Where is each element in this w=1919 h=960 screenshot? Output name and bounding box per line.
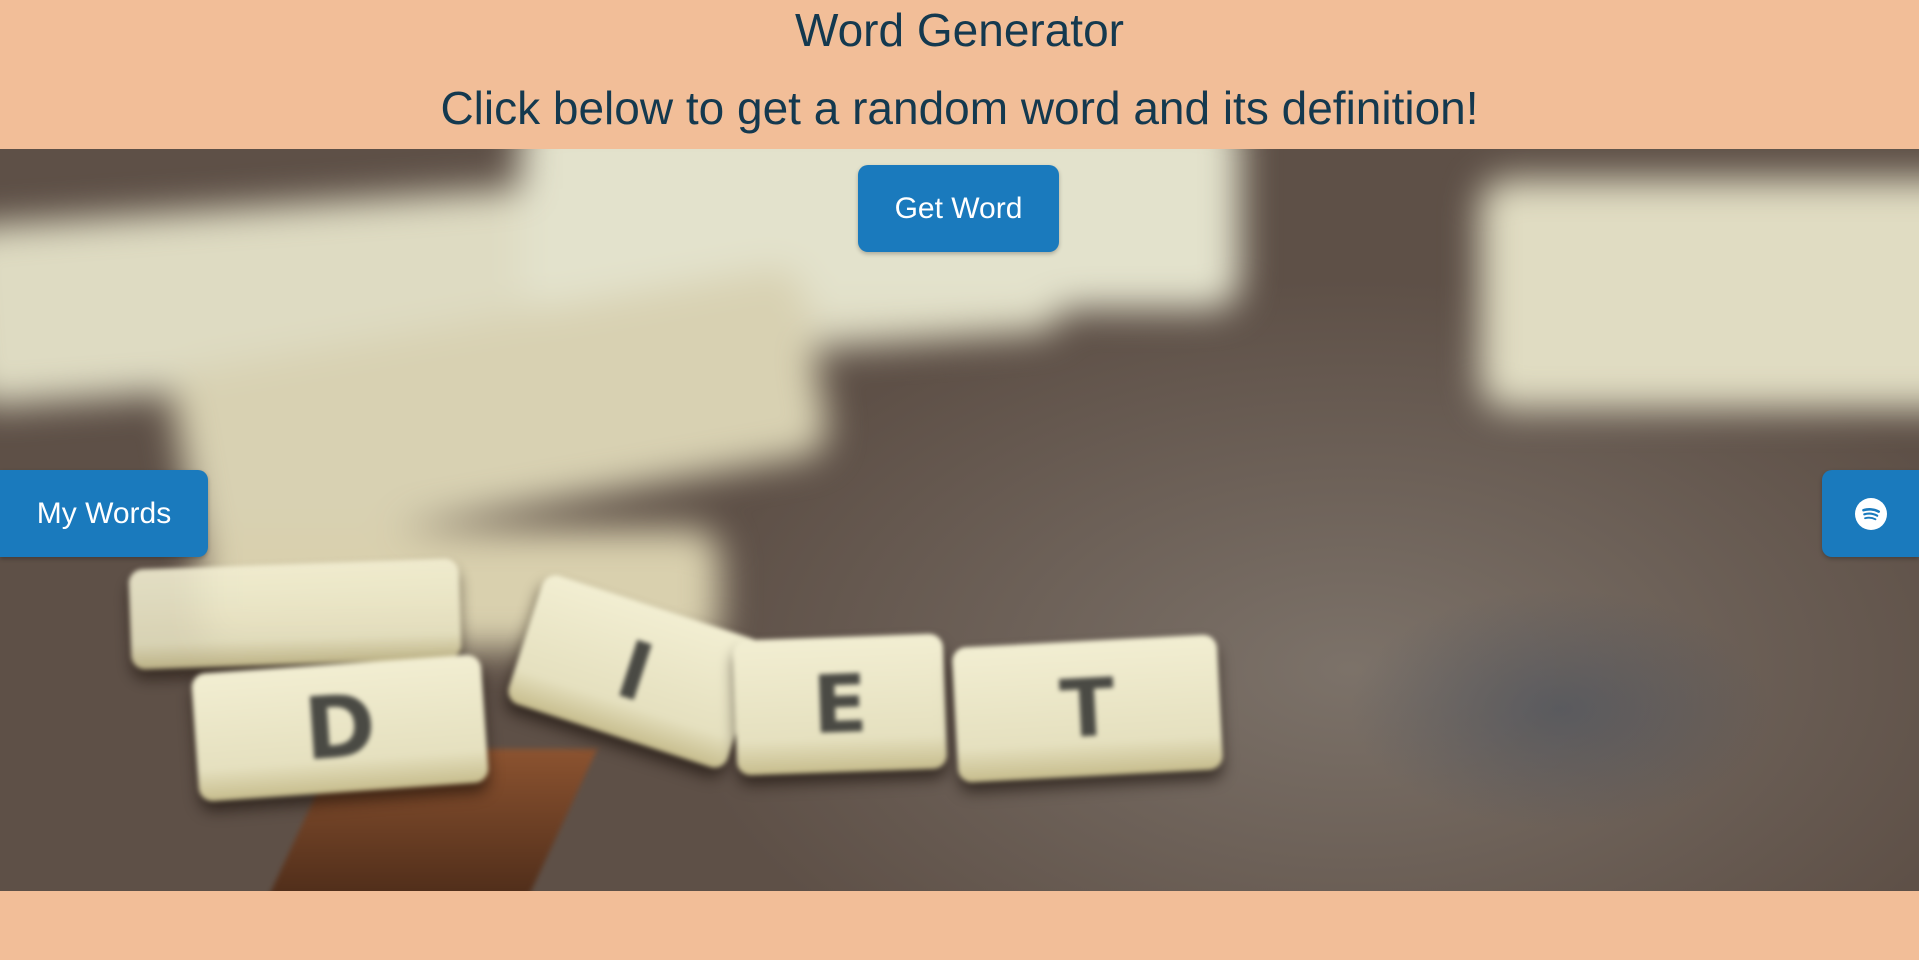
page-header: Word Generator Click below to get a rand… (0, 0, 1919, 149)
tile-t: T (951, 634, 1224, 783)
spotify-icon (1854, 497, 1887, 530)
tile-d: D (190, 654, 490, 802)
hero-background-image: D I E T (0, 149, 1919, 891)
tile-i: I (504, 571, 766, 772)
tile-e: E (732, 633, 948, 776)
get-word-button[interactable]: Get Word (858, 165, 1059, 252)
tile-blurred-left (128, 558, 462, 670)
page-title: Word Generator (795, 4, 1124, 56)
page-subtitle: Click below to get a random word and its… (440, 82, 1479, 134)
scrabble-tiles: D I E T (0, 149, 1919, 891)
spotify-button[interactable] (1822, 470, 1919, 557)
page-footer (0, 891, 1919, 960)
my-words-button[interactable]: My Words (0, 470, 208, 557)
